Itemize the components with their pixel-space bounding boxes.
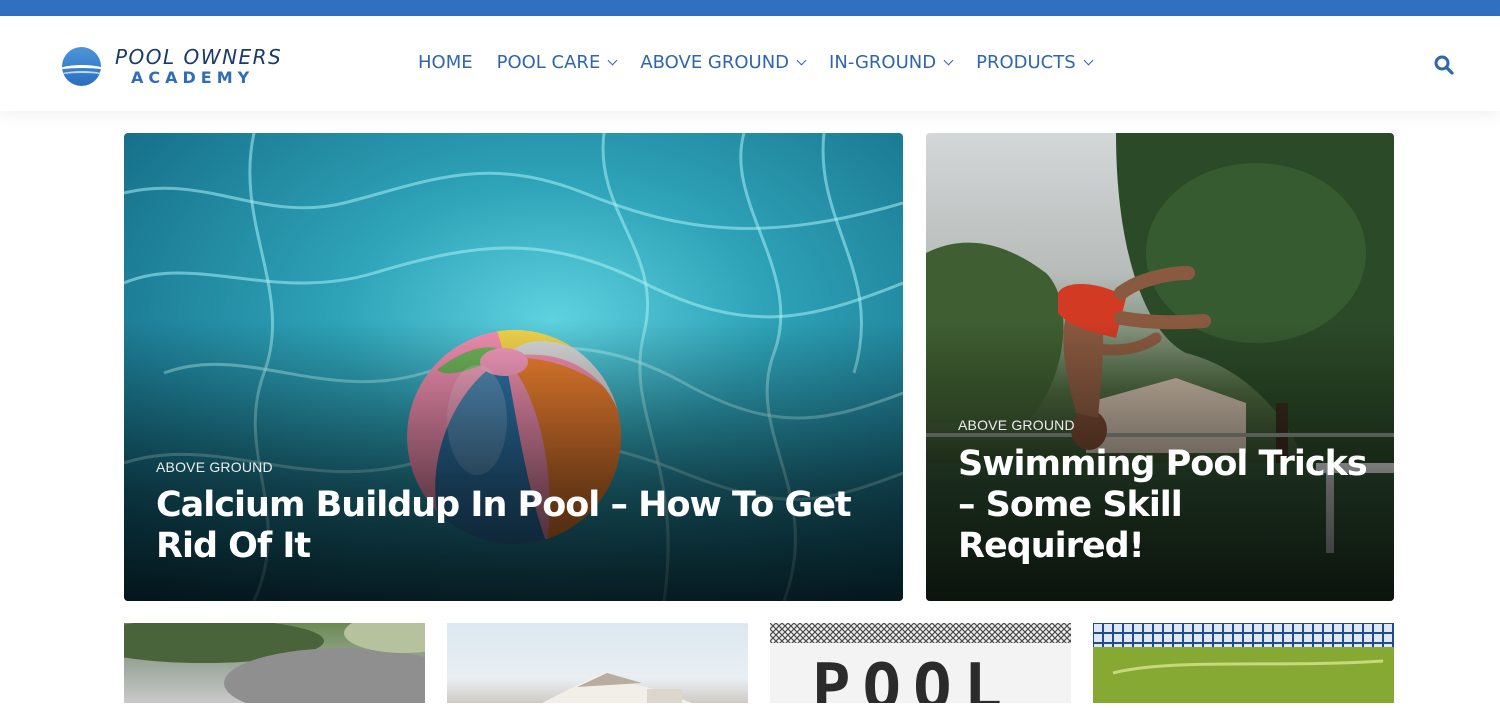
nav-home-label: HOME [418,52,473,73]
site-header: POOL OWNERS ACADEMY HOME POOL CARE ABOVE… [0,16,1500,111]
pool-sign-photo: POOL [770,623,1071,708]
post-category[interactable]: ABOVE GROUND [156,459,273,475]
logo-line-1: POOL OWNERS [115,44,283,69]
nav-pool-care-label: POOL CARE [496,52,601,73]
logo-wordmark: POOL OWNERS ACADEMY [115,47,282,86]
algae-pool-photo [1093,623,1394,703]
house-photo [542,673,692,703]
nav-in-ground-label: IN-GROUND [829,52,937,73]
nav-products-label: PRODUCTS [976,52,1076,73]
post-title[interactable]: Calcium Buildup In Pool – How To Get Rid… [156,485,856,567]
nav-home[interactable]: HOME [418,52,473,73]
nav-above-ground-label: ABOVE GROUND [640,52,790,73]
post-thumbnail[interactable] [1093,623,1394,703]
nav-pool-care[interactable]: POOL CARE [496,52,618,73]
post-thumbnail[interactable] [84,613,464,708]
chevron-down-icon [943,55,954,66]
garden-photo [84,613,464,708]
nav-in-ground[interactable]: IN-GROUND [829,52,954,73]
post-category[interactable]: ABOVE GROUND [958,417,1075,433]
chevron-down-icon [796,55,807,66]
post-thumbnail[interactable] [447,623,748,703]
featured-post-card[interactable]: ABOVE GROUND Swimming Pool Tricks – Some… [926,133,1394,601]
top-accent-bar [0,0,1500,16]
nav-products[interactable]: PRODUCTS [976,52,1094,73]
featured-post-card[interactable]: ABOVE GROUND Calcium Buildup In Pool – H… [124,133,903,601]
site-logo[interactable]: POOL OWNERS ACADEMY [62,44,302,88]
chevron-down-icon [1083,55,1094,66]
pool-sign-text: POOL [812,651,1014,703]
logo-line-2: ACADEMY [131,67,255,87]
search-icon[interactable] [1433,54,1455,76]
logo-wave-icon [62,46,101,86]
post-thumbnail[interactable]: POOL [770,623,1071,708]
nav-above-ground[interactable]: ABOVE GROUND [640,52,807,73]
chevron-down-icon [607,55,618,66]
post-title[interactable]: Swimming Pool Tricks – Some Skill Requir… [958,444,1378,567]
main-nav: HOME POOL CARE ABOVE GROUND IN-GROUND PR… [418,52,1116,73]
